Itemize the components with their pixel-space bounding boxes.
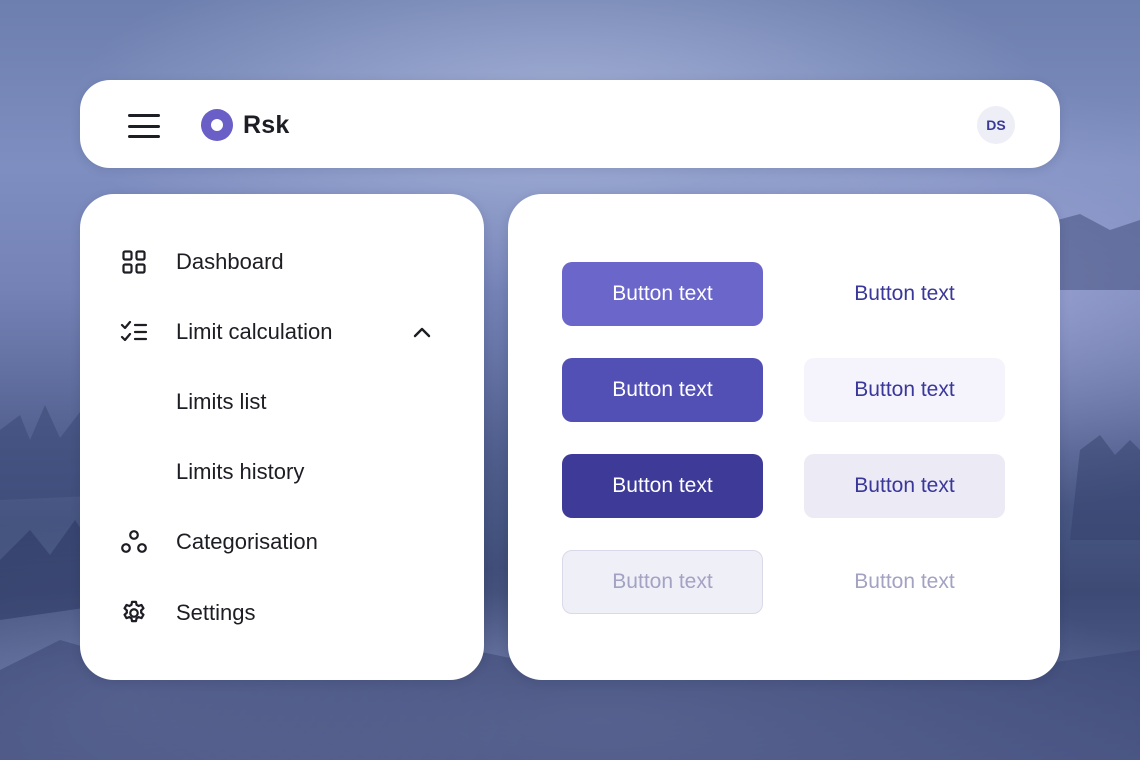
sidebar-item-label: Dashboard xyxy=(176,249,284,274)
sidebar-subitem-limits-history[interactable]: Limits history xyxy=(120,452,450,492)
sidebar-item-label: Limits history xyxy=(176,459,305,484)
brand-logo-icon xyxy=(201,109,233,141)
checklist-icon xyxy=(120,318,148,346)
primary-button-default[interactable]: Button text xyxy=(562,262,763,326)
sidebar-item-dashboard[interactable]: Dashboard xyxy=(120,242,450,282)
user-avatar[interactable]: DS xyxy=(977,106,1015,144)
ghost-button-pressed[interactable]: Button text xyxy=(804,454,1005,518)
sidebar-subitem-limits-list[interactable]: Limits list xyxy=(120,382,450,422)
menu-icon[interactable] xyxy=(128,114,160,138)
primary-button-disabled: Button text xyxy=(562,550,763,614)
sidebar-item-label: Settings xyxy=(176,600,256,625)
primary-button-hover[interactable]: Button text xyxy=(562,358,763,422)
sidebar-item-settings[interactable]: Settings xyxy=(120,593,450,633)
sidebar-item-categorisation[interactable]: Categorisation xyxy=(120,522,450,562)
grid-icon xyxy=(120,248,148,276)
sidebar-item-label: Limits list xyxy=(176,389,267,414)
ghost-button-default[interactable]: Button text xyxy=(804,262,1005,326)
sidebar-item-limit-calculation[interactable]: Limit calculation xyxy=(120,312,450,352)
ghost-button-hover[interactable]: Button text xyxy=(804,358,1005,422)
chevron-up-icon[interactable] xyxy=(412,322,432,342)
brand-name: Rsk xyxy=(243,111,290,139)
three-circles-icon xyxy=(120,528,148,556)
primary-button-pressed[interactable]: Button text xyxy=(562,454,763,518)
sidebar-item-label: Categorisation xyxy=(176,529,318,554)
gear-icon xyxy=(120,599,148,627)
sidebar-item-label: Limit calculation xyxy=(176,319,333,344)
ghost-button-disabled: Button text xyxy=(804,550,1005,614)
